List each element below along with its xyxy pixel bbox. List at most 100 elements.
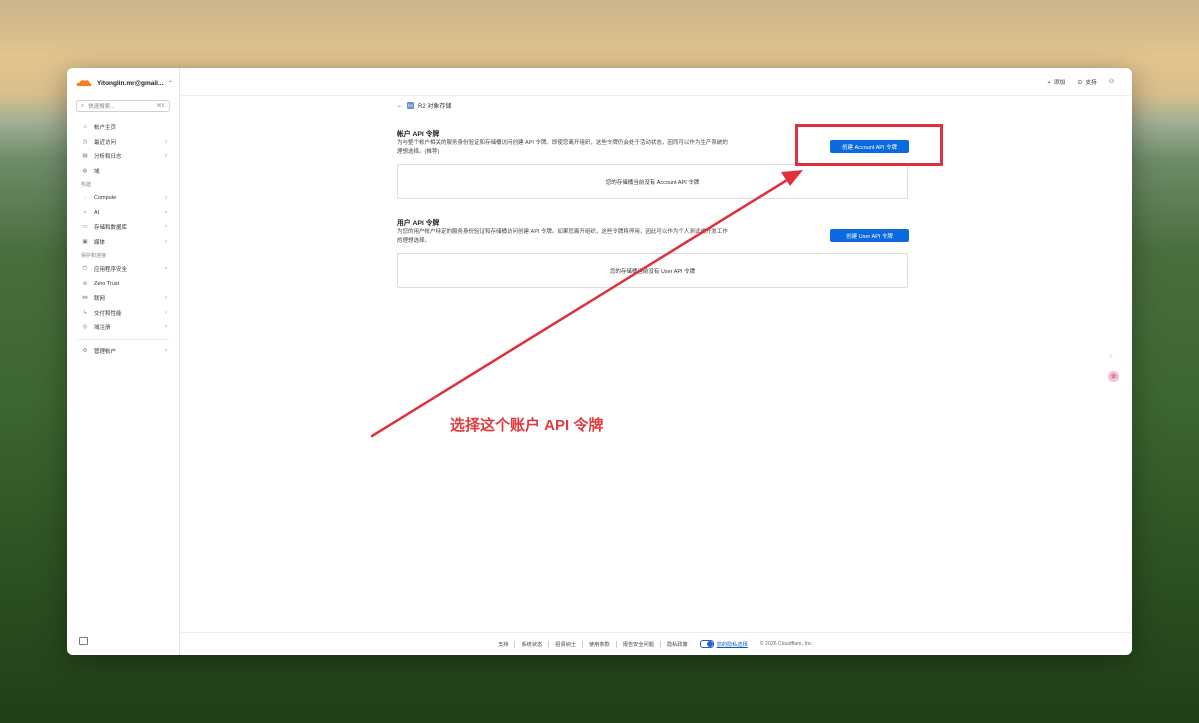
chevron-right-icon: › — [165, 224, 167, 231]
clock-icon: ◷ — [82, 138, 88, 145]
account-name: Yitonglin.mr@gmail.... — [97, 79, 164, 87]
footer-link[interactable]: 系统状态 — [515, 640, 550, 648]
sidebar-item-items_protect-2[interactable]: ⋈ 联网 › — [67, 291, 179, 306]
account-tokens-description: 为与整个帐户相关的服务身份验证和存储桶访问创建 API 令牌。即使您离开组织，这… — [397, 140, 728, 155]
sidebar-item-label: 最近访问 — [94, 139, 117, 146]
account-switcher[interactable]: Yitonglin.mr@gmail.... ⌃ — [75, 76, 173, 90]
chevron-right-icon: › — [165, 195, 167, 202]
search-input[interactable]: ⌕ 快速搜索... ⌘K — [76, 100, 170, 112]
gear-icon: ⚙ — [82, 347, 88, 354]
sidebar-item-label: AI — [94, 209, 100, 216]
media-icon: ▣ — [82, 238, 88, 245]
sidebar-item-items_build-0[interactable]: ◌ Compute › — [67, 191, 179, 206]
annotation-text: 选择这个账户 API 令牌 — [450, 417, 604, 434]
plus-icon: + — [1047, 80, 1051, 86]
chevron-right-icon: › — [165, 238, 167, 245]
user-tokens-empty: 您的存储桶当前没有 User API 令牌 — [397, 253, 908, 288]
sidebar-item-label: 联网 — [94, 296, 106, 303]
chevron-right-icon: › — [165, 295, 167, 302]
footer-link[interactable]: 报告安全问题 — [617, 640, 661, 648]
globe-icon: ◍ — [82, 167, 88, 174]
sidebar-item-label: Zero Trust — [94, 280, 120, 287]
sidebar-item-label: 应用程序安全 — [94, 267, 128, 274]
user-tokens-empty-text: 您的存储桶当前没有 User API 令牌 — [609, 268, 696, 275]
sidebar-item-items_top-0[interactable]: ⌂ 帐户主页 — [67, 120, 179, 135]
sidebar-item-items_protect-3[interactable]: ϟ 交付和性能 › — [67, 306, 179, 321]
account-tokens-empty: 您的存储桶当前没有 Account API 令牌 — [397, 164, 908, 199]
sidebar-item-items_top-1[interactable]: ◷ 最近访问 › — [67, 135, 179, 150]
topbar: + 添加 ⊙ 支持 ⚇ — [179, 68, 1132, 96]
user-icon[interactable]: ⚇ — [1109, 79, 1114, 85]
sidebar-item-items_bottom-0[interactable]: ⚙ 管理帐户 › — [67, 344, 179, 359]
search-icon: ⌕ — [81, 102, 85, 109]
user-tokens-description: 为您的用户帐户特定的服务身份验证和存储桶访问创建 API 令牌。如果您离开组织，… — [397, 229, 728, 244]
sidebar-item-items_build-2[interactable]: ▭ 存储和数据库 › — [67, 220, 179, 235]
sidebar-item-items_top-3[interactable]: ◍ 域 — [67, 164, 179, 179]
sidebar: Yitonglin.mr@gmail.... ⌃ ⌕ 快速搜索... ⌘K ⌂ 帐… — [67, 68, 180, 655]
nav-section-build: 构建 — [81, 182, 92, 188]
zero-trust-icon: ⊘ — [82, 280, 88, 287]
search-placeholder: 快速搜索... — [88, 104, 115, 110]
back-arrow-icon[interactable]: ← — [397, 103, 403, 109]
lightning-icon: ϟ — [83, 309, 87, 316]
sidebar-item-label: 分析和日志 — [94, 154, 122, 161]
sidebar-item-label: 媒体 — [94, 239, 106, 246]
search-shortcut: ⌘K — [156, 103, 165, 109]
chevron-right-icon: › — [165, 153, 167, 160]
chevron-right-icon: › — [165, 138, 167, 145]
footer-link[interactable]: 隐私政策 — [661, 641, 694, 648]
main-content: ← R2 R2 对象存储 帐户 API 令牌 为与整个帐户相关的服务身份验证和存… — [179, 95, 1132, 633]
sidebar-item-label: 管理帐户 — [94, 348, 117, 355]
sidebar-item-items_protect-1[interactable]: ⊘ Zero Trust — [67, 277, 179, 292]
sidebar-item-label: 域注册 — [94, 325, 111, 332]
help-icon: ⊙ — [1077, 80, 1083, 86]
sidebar-item-items_build-1[interactable]: ✧ AI › — [67, 206, 179, 221]
footer-link[interactable]: 支持 — [492, 640, 516, 648]
create-user-token-button[interactable]: 创建 User API 令牌 — [830, 229, 909, 242]
home-icon: ⌂ — [83, 124, 87, 131]
chevron-up-down-icon: ⌃ — [167, 80, 173, 87]
sidebar-item-label: 域 — [94, 168, 100, 175]
chevron-right-icon: › — [165, 324, 167, 331]
privacy-choice-link[interactable]: 您的隐私选择 — [694, 640, 754, 648]
sidebar-item-items_top-2[interactable]: ▤ 分析和日志 › — [67, 149, 179, 164]
sidebar-item-label: Compute — [94, 195, 117, 202]
assistant-icon[interactable]: ✿ — [1108, 371, 1119, 382]
chevron-right-icon: › — [165, 347, 167, 354]
account-tokens-empty-text: 您的存储桶当前没有 Account API 令牌 — [605, 179, 700, 186]
chevron-right-icon: › — [165, 266, 167, 273]
compute-icon: ◌ — [83, 195, 87, 202]
chevron-right-icon: › — [165, 309, 167, 316]
copyright: © 2026 Cloudflare, Inc. — [759, 641, 813, 647]
sidebar-item-label: 交付和性能 — [94, 310, 122, 317]
r2-icon: R2 — [407, 102, 414, 109]
sidebar-item-items_build-3[interactable]: ▣ 媒体 › — [67, 235, 179, 250]
support-button[interactable]: ⊙ 支持 — [1077, 77, 1096, 86]
add-button[interactable]: + 添加 — [1047, 77, 1065, 86]
network-icon: ⋈ — [82, 295, 88, 302]
support-label: 支持 — [1085, 80, 1097, 86]
sidebar-item-label: 存储和数据库 — [94, 225, 128, 232]
add-label: 添加 — [1053, 80, 1066, 86]
sidebar-toggle-icon[interactable] — [79, 637, 88, 645]
sidebar-item-items_protect-4[interactable]: ◎ 域注册 › — [67, 320, 179, 335]
privacy-choice-label: 您的隐私选择 — [716, 641, 748, 648]
sidebar-nav: ⌂ 帐户主页 ◷ 最近访问 › ▤ 分析和日志 › ◍ 域 构建 ◌ Compute › ✧ AI › ▭ 存储… — [67, 120, 179, 358]
translate-icon[interactable]: ⁝⁝ — [1109, 353, 1119, 363]
ai-icon: ✧ — [82, 209, 88, 216]
breadcrumb-label: R2 对象存储 — [418, 104, 452, 110]
footer-link[interactable]: 使用条款 — [583, 640, 617, 648]
annotation-highlight-box — [795, 124, 943, 166]
registrar-icon: ◎ — [82, 324, 88, 331]
footer-link[interactable]: 招贤纳士 — [549, 640, 583, 648]
breadcrumb[interactable]: ← R2 R2 对象存储 — [397, 101, 451, 110]
footer: 支持 系统状态 招贤纳士 使用条款 报告安全问题 隐私政策 您的隐私选择 © 2026 C… — [179, 632, 1132, 655]
chevron-right-icon: › — [165, 209, 167, 216]
account-tokens-title: 帐户 API 令牌 — [397, 131, 440, 138]
cloudflare-logo-icon — [76, 80, 92, 86]
database-icon: ▭ — [82, 224, 88, 231]
nav-divider — [77, 338, 169, 340]
sidebar-item-items_protect-0[interactable]: ⛉ 应用程序安全 › — [67, 262, 179, 277]
chart-icon: ▤ — [82, 153, 88, 160]
browser-window: Yitonglin.mr@gmail.... ⌃ ⌕ 快速搜索... ⌘K ⌂ 帐… — [67, 68, 1132, 655]
